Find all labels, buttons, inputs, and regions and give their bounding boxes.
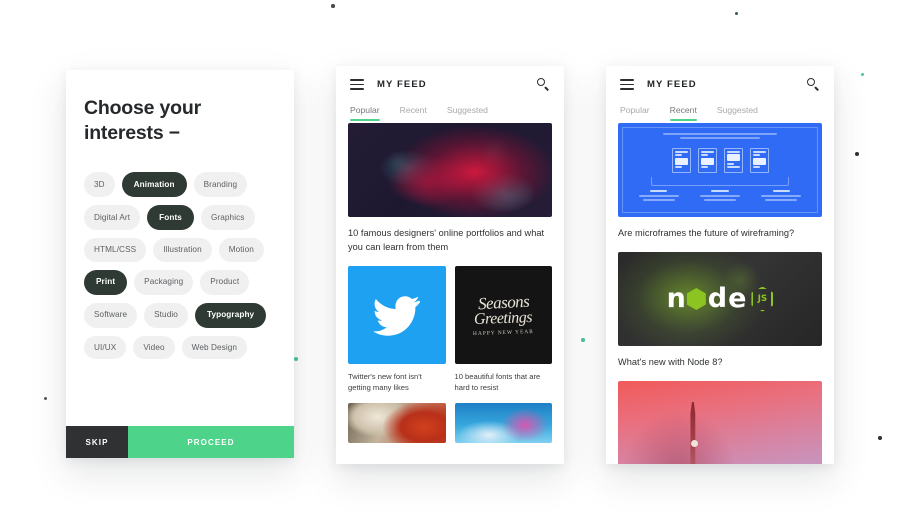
interest-chip-graphics[interactable]: Graphics bbox=[200, 205, 255, 231]
hamburger-icon[interactable] bbox=[620, 79, 634, 90]
feed-scroll-recent[interactable]: Are microframes the future of wireframin… bbox=[606, 123, 834, 464]
decorative-dot bbox=[861, 73, 864, 76]
london-sunset-photo[interactable] bbox=[618, 381, 822, 464]
node-letter-n: n bbox=[666, 283, 686, 314]
tab-popular-popular[interactable]: Popular bbox=[350, 105, 380, 122]
node-js-badge: JS bbox=[751, 286, 774, 312]
hamburger-icon[interactable] bbox=[350, 79, 364, 90]
card-title: 10 beautiful fonts that are hard to resi… bbox=[454, 372, 541, 392]
interest-chip-list: 3D Animation Branding Digital Art Fonts Graph… bbox=[84, 172, 276, 360]
decorative-dot bbox=[44, 397, 47, 400]
skip-button[interactable]: SKIP bbox=[66, 426, 128, 458]
card-title: Twitter's new font isn't getting many li… bbox=[348, 372, 422, 392]
tab-suggested-popular[interactable]: Suggested bbox=[447, 105, 488, 121]
decorative-dot bbox=[735, 12, 738, 15]
page-title: Choose your interests − bbox=[84, 97, 201, 144]
phone-screen-feed-recent: MY FEED Popular Recent Suggested Are mic… bbox=[606, 66, 834, 464]
interest-chip-print[interactable]: Print bbox=[84, 269, 128, 295]
dancer-artwork bbox=[348, 123, 552, 217]
feed-tabs-popular: Popular Recent Suggested bbox=[336, 105, 564, 122]
twitter-logo bbox=[348, 266, 446, 364]
interest-chip-video[interactable]: Video bbox=[133, 336, 175, 360]
interest-chip-row: Print Packaging Product bbox=[84, 269, 276, 295]
nodejs-logo: n d e JS bbox=[618, 252, 822, 346]
tab-popular-recent[interactable]: Popular bbox=[620, 105, 650, 121]
feed-scroll-popular[interactable]: 10 famous designers' online portfolios a… bbox=[336, 123, 564, 464]
canvas: Choose your interests − 3D Animation Brand… bbox=[0, 0, 900, 520]
feed-card-microframes[interactable]: Are microframes the future of wireframin… bbox=[606, 123, 834, 464]
interest-chip-3d[interactable]: 3D bbox=[84, 172, 115, 198]
interest-chip-html-css[interactable]: HTML/CSS bbox=[84, 238, 147, 262]
feed-header-popular: MY FEED bbox=[336, 66, 564, 103]
interest-chip-row: HTML/CSS Illustration Motion bbox=[84, 238, 276, 262]
interest-chip-product[interactable]: Product bbox=[200, 269, 250, 295]
interest-chip-studio[interactable]: Studio bbox=[144, 302, 188, 329]
interest-chip-packaging[interactable]: Packaging bbox=[134, 269, 194, 295]
feed-title: MY FEED bbox=[647, 79, 697, 90]
tab-suggested-recent[interactable]: Suggested bbox=[717, 105, 758, 121]
interests-action-bar: SKIP PROCEED bbox=[66, 426, 294, 458]
decorative-dot bbox=[581, 338, 585, 342]
interest-chip-web-design[interactable]: Web Design bbox=[181, 336, 248, 360]
feed-header-recent: MY FEED bbox=[606, 66, 834, 103]
card-title: What's new with Node 8? bbox=[618, 357, 723, 367]
feed-tabs-recent: Popular Recent Suggested bbox=[606, 105, 834, 122]
phone-screen-feed-popular: MY FEED Popular Recent Suggested 10 famous… bbox=[336, 66, 564, 464]
interest-chip-digital-art[interactable]: Digital Art bbox=[84, 205, 141, 231]
search-icon[interactable] bbox=[537, 78, 550, 91]
interest-chip-row: 3D Animation Branding bbox=[84, 172, 276, 198]
interest-chip-row: Software Studio Typography bbox=[84, 302, 276, 329]
tab-recent-popular[interactable]: Recent bbox=[400, 105, 427, 121]
feed-card-fonts[interactable]: Seasons Greetings HAPPY NEW YEAR 10 beau… bbox=[454, 266, 552, 403]
search-icon[interactable] bbox=[807, 78, 820, 91]
feed-card-twitter[interactable]: Twitter's new font isn't getting many li… bbox=[348, 266, 446, 403]
decorative-dot bbox=[294, 357, 298, 361]
card-title: 10 famous designers' online portfolios a… bbox=[348, 228, 545, 252]
feed-strip-row bbox=[348, 403, 552, 443]
node-letter-d: d bbox=[707, 283, 727, 314]
interest-chip-fonts[interactable]: Fonts bbox=[147, 205, 194, 231]
pasta-photo[interactable] bbox=[348, 403, 446, 443]
artwork-line-2: Greetings bbox=[473, 308, 533, 328]
feed-title: MY FEED bbox=[377, 79, 427, 90]
node-hexagon-icon bbox=[686, 288, 706, 310]
interest-chip-branding[interactable]: Branding bbox=[193, 172, 248, 198]
interest-chip-animation[interactable]: Animation bbox=[121, 172, 187, 198]
interest-chip-motion[interactable]: Motion bbox=[218, 238, 264, 262]
interest-chip-typography[interactable]: Typography bbox=[194, 302, 267, 329]
interests-content: Choose your interests − 3D Animation Brand… bbox=[66, 70, 294, 426]
tab-recent-recent[interactable]: Recent bbox=[669, 105, 698, 122]
artwork-line-3: HAPPY NEW YEAR bbox=[472, 328, 534, 337]
interest-chip-ui-ux[interactable]: UI/UX bbox=[84, 336, 127, 360]
interest-chip-row: UI/UX Video Web Design bbox=[84, 336, 276, 360]
microframes-slide bbox=[618, 123, 822, 217]
decorative-dot bbox=[878, 436, 882, 440]
decorative-dot bbox=[331, 4, 335, 8]
interest-chip-row: Digital Art Fonts Graphics bbox=[84, 205, 276, 231]
card-title: Are microframes the future of wireframin… bbox=[618, 228, 795, 238]
artwork-line-1: Seasons bbox=[477, 291, 530, 313]
node-letter-e: e bbox=[728, 283, 746, 314]
decorative-dot bbox=[855, 152, 859, 156]
seasons-greetings-lettering: Seasons Greetings HAPPY NEW YEAR bbox=[454, 266, 552, 364]
phone-screen-interests: Choose your interests − 3D Animation Brand… bbox=[66, 70, 294, 458]
travel-photo[interactable] bbox=[454, 403, 552, 443]
interest-chip-illustration[interactable]: Illustration bbox=[153, 238, 212, 262]
proceed-button[interactable]: PROCEED bbox=[128, 426, 294, 458]
feed-card-hero[interactable]: 10 famous designers' online portfolios a… bbox=[336, 123, 564, 443]
interest-chip-software[interactable]: Software bbox=[84, 302, 138, 329]
feed-dual-row: Twitter's new font isn't getting many li… bbox=[348, 266, 552, 403]
